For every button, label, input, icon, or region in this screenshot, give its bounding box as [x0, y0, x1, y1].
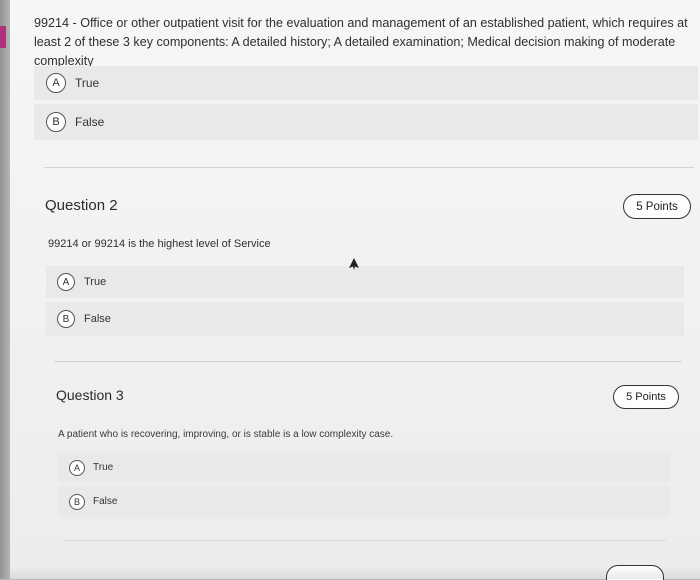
mouse-pointer-icon [349, 258, 359, 270]
question-divider [54, 361, 682, 362]
option-label: False [75, 115, 105, 129]
question-2-option-b[interactable]: B False [46, 302, 684, 336]
option-letter-badge: A [46, 73, 66, 93]
question-3-option-b[interactable]: B False [58, 486, 670, 517]
question-divider [44, 167, 694, 168]
question-1-option-b[interactable]: B False [34, 104, 698, 140]
question-2-text: 99214 or 99214 is the highest level of S… [48, 238, 271, 250]
option-label: False [93, 496, 118, 507]
current-question-marker [0, 26, 6, 48]
question-3-title: Question 3 [56, 387, 124, 403]
option-letter-badge: B [69, 493, 85, 510]
option-label: True [93, 462, 114, 473]
question-3-option-a[interactable]: A True [58, 453, 670, 482]
screen-edge-shadow [0, 0, 10, 579]
option-letter-badge: B [57, 310, 75, 328]
question-2-points-badge: 5 Points [623, 194, 691, 219]
option-letter-badge: A [69, 459, 85, 476]
screen-bottom-shadow [10, 567, 700, 579]
question-2-option-a[interactable]: A True [46, 266, 684, 298]
question-1-option-a[interactable]: A True [34, 66, 698, 100]
question-2-title: Question 2 [45, 197, 118, 214]
question-divider [64, 540, 666, 541]
question-3-points-badge: 5 Points [613, 385, 679, 409]
option-label: True [84, 276, 107, 288]
option-label: True [75, 76, 100, 90]
option-label: False [84, 313, 111, 325]
question-1-text: 99214 - Office or other outpatient visit… [34, 16, 688, 68]
question-3-text: A patient who is recovering, improving, … [58, 429, 394, 440]
option-letter-badge: B [46, 112, 66, 132]
option-letter-badge: A [57, 273, 75, 291]
